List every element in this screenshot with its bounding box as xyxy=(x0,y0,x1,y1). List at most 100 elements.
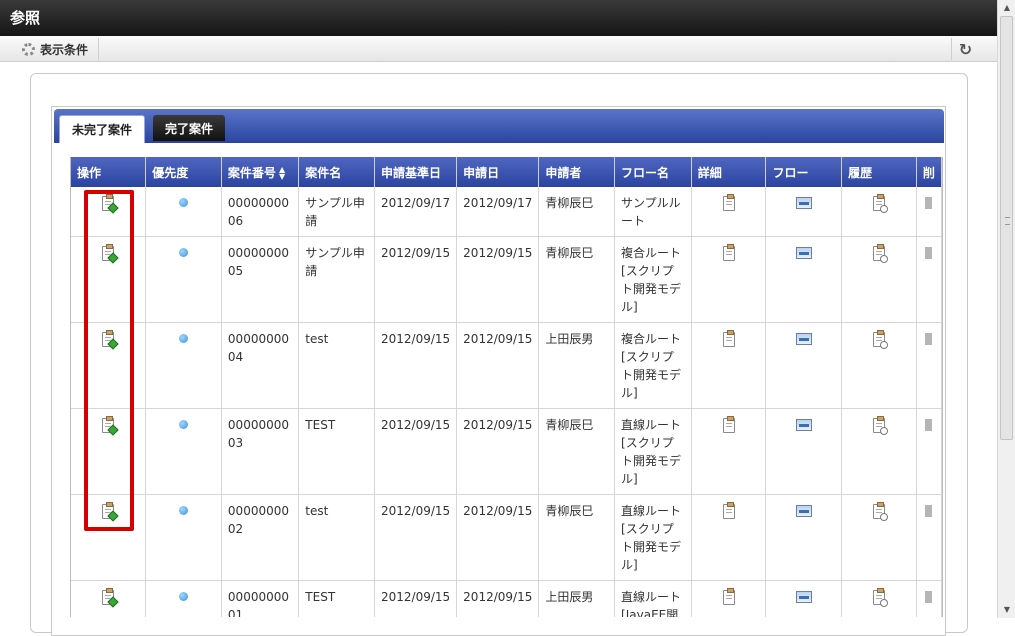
clipboard-icon[interactable] xyxy=(722,330,735,347)
history-cell xyxy=(841,408,917,495)
clipboard-icon[interactable] xyxy=(722,416,735,433)
flow-name-cell: 直線ルート[スクリプト開発モデル] xyxy=(614,494,692,581)
col-header-operation[interactable]: 操作 xyxy=(71,157,147,187)
gear-icon xyxy=(22,42,35,56)
flow-cell xyxy=(765,494,843,581)
flow-image-icon[interactable] xyxy=(795,197,812,209)
col-header-matter-name[interactable]: 案件名 xyxy=(298,157,375,187)
col-header-apply-date[interactable]: 申請日 xyxy=(456,157,540,187)
clipboard-icon[interactable] xyxy=(722,588,735,605)
matter-name-cell: サンプル申請 xyxy=(298,236,375,323)
detail-cell xyxy=(691,322,767,409)
table-row[interactable]: 0000000005 サンプル申請 2012/09/15 2012/09/15 青柳辰巳… xyxy=(71,236,942,323)
col-header-priority[interactable]: 優先度 xyxy=(145,157,222,187)
matter-number-cell: 0000000002 xyxy=(221,494,300,581)
tab-incomplete-matters[interactable]: 未完了案件 xyxy=(59,115,146,143)
col-header-detail[interactable]: 詳細 xyxy=(691,157,767,187)
priority-dot-icon xyxy=(179,506,189,515)
history-clipboard-icon[interactable] xyxy=(873,588,889,607)
table-row[interactable]: 0000000001 TEST 2012/09/15 2012/09/15 上田辰男 直線… xyxy=(71,580,942,617)
priority-dot-icon xyxy=(179,420,189,429)
flow-image-icon[interactable] xyxy=(795,591,812,603)
col-header-flow-name[interactable]: フロー名 xyxy=(614,157,692,187)
trash-icon[interactable] xyxy=(925,247,933,259)
col-header-history[interactable]: 履歴 xyxy=(841,157,917,187)
flow-image-icon[interactable] xyxy=(795,333,812,345)
table-row[interactable]: 0000000006 サンプル申請 2012/09/17 2012/09/17 青柳辰巳… xyxy=(71,187,942,237)
clipboard-icon[interactable] xyxy=(722,244,735,261)
applicant-cell: 上田辰男 xyxy=(538,580,616,617)
refresh-icon[interactable]: ↻ xyxy=(951,38,979,60)
history-clipboard-icon[interactable] xyxy=(873,502,889,521)
col-header-delete[interactable]: 削 xyxy=(916,157,942,187)
clipboard-icon[interactable] xyxy=(722,194,735,211)
history-clipboard-icon[interactable] xyxy=(873,416,889,435)
trash-icon[interactable] xyxy=(925,591,933,603)
flow-name-cell: 直線ルート[JavaEE開発モデル] xyxy=(614,580,692,617)
matter-table: 操作 優先度 案件番号 ▲ ▼ 案件名 申請基準日 申請日 申請者 フロー名 詳細 … xyxy=(71,157,942,617)
delete-cell xyxy=(916,408,942,495)
trash-icon[interactable] xyxy=(925,419,933,431)
matter-number-cell: 0000000004 xyxy=(221,322,300,409)
history-clipboard-icon[interactable] xyxy=(873,194,889,213)
detail-cell xyxy=(691,236,767,323)
table-row[interactable]: 0000000002 test 2012/09/15 2012/09/15 青柳辰巳 直線… xyxy=(71,494,942,581)
history-cell xyxy=(841,236,917,323)
flow-cell xyxy=(765,322,843,409)
table-row[interactable]: 0000000004 test 2012/09/15 2012/09/15 上田辰男 複合… xyxy=(71,322,942,409)
tab-complete-matters[interactable]: 完了案件 xyxy=(153,115,226,141)
apply-date-cell: 2012/09/15 xyxy=(456,494,540,581)
flow-name-cell: 複合ルート[スクリプト開発モデル] xyxy=(614,322,692,409)
flow-image-icon[interactable] xyxy=(795,419,812,431)
priority-cell xyxy=(145,322,222,409)
history-clipboard-icon[interactable] xyxy=(873,330,889,349)
base-date-cell: 2012/09/15 xyxy=(374,494,458,581)
priority-dot-icon xyxy=(179,198,189,207)
trash-icon[interactable] xyxy=(925,333,933,345)
display-conditions-button[interactable]: 表示条件 xyxy=(12,38,100,60)
scroll-up-arrow-icon[interactable]: ▲ xyxy=(998,0,1015,16)
trash-icon[interactable] xyxy=(925,197,933,209)
priority-cell xyxy=(145,187,222,237)
flow-name-cell: 複合ルート[スクリプト開発モデル] xyxy=(614,236,692,323)
matter-name-cell: test xyxy=(298,494,375,581)
vertical-scrollbar[interactable]: ▲ ▼ xyxy=(997,0,1015,618)
flow-image-icon[interactable] xyxy=(795,247,812,259)
delete-cell xyxy=(916,187,942,237)
apply-date-cell: 2012/09/15 xyxy=(456,322,540,409)
flow-cell xyxy=(765,580,843,617)
detail-cell xyxy=(691,580,767,617)
flow-image-icon[interactable] xyxy=(795,505,812,517)
history-cell xyxy=(841,322,917,409)
delete-cell xyxy=(916,494,942,581)
history-cell xyxy=(841,580,917,617)
history-cell xyxy=(841,187,917,237)
matter-number-cell: 0000000005 xyxy=(221,236,300,323)
table-row[interactable]: 0000000003 TEST 2012/09/15 2012/09/15 青柳辰巳 直線… xyxy=(71,408,942,495)
col-header-matter-number[interactable]: 案件番号 ▲ ▼ xyxy=(221,157,300,187)
trash-icon[interactable] xyxy=(925,505,933,517)
priority-cell xyxy=(145,580,222,617)
flow-name-cell: 直線ルート[スクリプト開発モデル] xyxy=(614,408,692,495)
matter-name-cell: サンプル申請 xyxy=(298,187,375,237)
apply-date-cell: 2012/09/15 xyxy=(456,580,540,617)
clipboard-icon[interactable] xyxy=(722,502,735,519)
sort-desc-icon[interactable]: ▲ ▼ xyxy=(279,166,285,181)
detail-cell xyxy=(691,494,767,581)
history-clipboard-icon[interactable] xyxy=(873,244,889,263)
matter-number-cell: 0000000003 xyxy=(221,408,300,495)
edit-clipboard-icon[interactable] xyxy=(102,588,119,608)
col-header-applicant[interactable]: 申請者 xyxy=(538,157,616,187)
window-title: 参照 xyxy=(0,0,997,36)
priority-cell xyxy=(145,408,222,495)
applicant-cell: 青柳辰巳 xyxy=(538,494,616,581)
col-header-base-date[interactable]: 申請基準日 xyxy=(374,157,458,187)
priority-dot-icon xyxy=(179,334,189,343)
scrollbar-thumb[interactable] xyxy=(1000,16,1013,440)
applicant-cell: 上田辰男 xyxy=(538,322,616,409)
base-date-cell: 2012/09/17 xyxy=(374,187,458,237)
col-header-flow[interactable]: フロー xyxy=(765,157,843,187)
col-header-matter-number-label: 案件番号 xyxy=(227,165,276,180)
scroll-down-arrow-icon[interactable]: ▼ xyxy=(998,602,1015,618)
priority-dot-icon xyxy=(179,248,189,257)
